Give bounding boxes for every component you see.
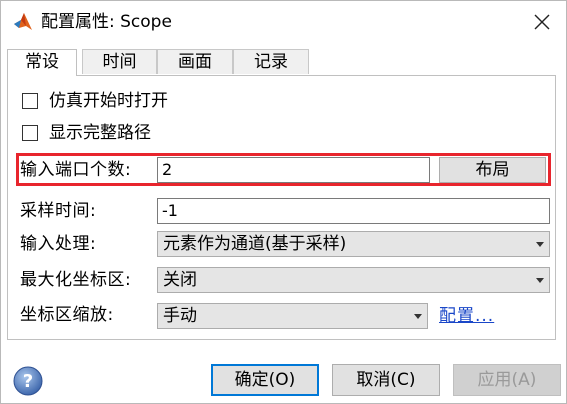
input-processing-label: 输入处理:: [20, 234, 97, 254]
sample-time-input[interactable]: -1: [157, 198, 550, 224]
sample-time-label: 采样时间:: [20, 201, 97, 221]
chevron-down-icon: [536, 278, 544, 283]
help-icon[interactable]: ?: [13, 366, 43, 396]
input-processing-dropdown[interactable]: 元素作为通道(基于采样): [157, 231, 550, 257]
open-at-start-checkbox[interactable]: 仿真开始时打开: [22, 90, 168, 112]
show-full-path-label: 显示完整路径: [49, 123, 151, 143]
show-full-path-checkbox[interactable]: 显示完整路径: [22, 122, 151, 144]
tab-time[interactable]: 时间: [82, 49, 157, 74]
layout-button[interactable]: 布局: [439, 157, 546, 183]
dialog-window: 配置属性: Scope 常设 时间 画面 记录 仿真开始时打开 显示完整路径 输…: [0, 0, 567, 404]
close-icon: [534, 14, 550, 30]
apply-button[interactable]: 应用(A): [453, 364, 561, 396]
checkbox-box[interactable]: [22, 125, 38, 141]
matlab-icon: [14, 13, 32, 30]
maximize-axes-dropdown[interactable]: 关闭: [157, 267, 550, 293]
axes-scaling-value: 手动: [163, 306, 197, 326]
window-title: 配置属性: Scope: [41, 12, 172, 32]
num-ports-input[interactable]: 2: [157, 157, 430, 183]
configure-link[interactable]: 配置...: [439, 305, 494, 327]
axes-scaling-dropdown[interactable]: 手动: [157, 303, 428, 329]
close-button[interactable]: [519, 5, 565, 39]
chevron-down-icon: [414, 314, 422, 319]
tab-logging[interactable]: 记录: [233, 49, 309, 74]
checkbox-box[interactable]: [22, 93, 38, 109]
maximize-axes-value: 关闭: [163, 270, 197, 290]
num-ports-label: 输入端口个数:: [20, 160, 132, 180]
title-bar: 配置属性: Scope: [1, 1, 566, 43]
open-at-start-label: 仿真开始时打开: [49, 91, 168, 111]
cancel-button[interactable]: 取消(C): [332, 364, 440, 396]
chevron-down-icon: [536, 242, 544, 247]
maximize-axes-label: 最大化坐标区:: [20, 270, 132, 290]
tab-display[interactable]: 画面: [157, 49, 233, 74]
tab-general[interactable]: 常设: [7, 49, 77, 76]
axes-scaling-label: 坐标区缩放:: [20, 305, 114, 325]
ok-button[interactable]: 确定(O): [211, 364, 319, 396]
tab-panel-general: 仿真开始时打开 显示完整路径 输入端口个数: 2 布局 采样时间: -1 输入处…: [7, 75, 556, 340]
input-processing-value: 元素作为通道(基于采样): [163, 234, 347, 254]
svg-text:?: ?: [23, 371, 33, 392]
